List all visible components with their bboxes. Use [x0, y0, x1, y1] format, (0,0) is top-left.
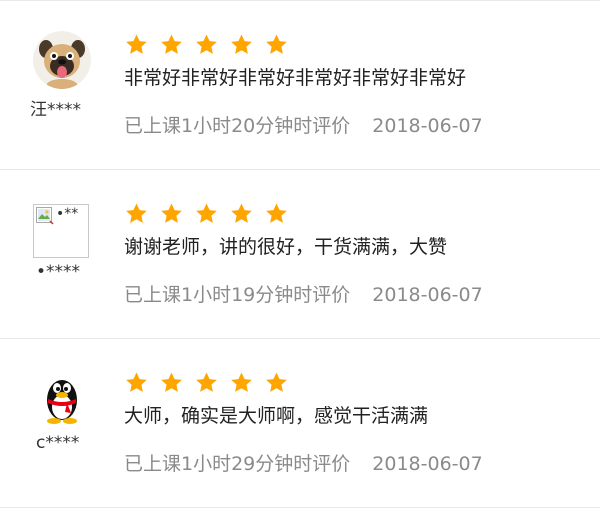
star-icon [159, 33, 184, 57]
review-meta: 已上课1小时20分钟时评价 2018-06-07 [124, 113, 483, 139]
review-time: 已上课1小时19分钟时评价 [124, 284, 351, 306]
review-item: 汪**** 非常好非常好非常好非常好非常好非常好 已上课1小时20分钟时评价 20… [0, 0, 600, 168]
review-comment: 谢谢老师，讲的很好，干货满满，大赞 [124, 236, 448, 258]
review-comment: 非常好非常好非常好非常好非常好非常好 [124, 67, 467, 89]
user-name: c**** [36, 433, 80, 453]
avatar[interactable] [30, 369, 94, 433]
review-item: c**** 大师，确实是大师啊，感觉干活满满 已上课1小时29分钟时评价 2018… [0, 338, 600, 508]
star-icon [159, 202, 184, 226]
star-icon [194, 33, 219, 57]
star-rating [124, 202, 289, 226]
star-icon [124, 33, 149, 57]
star-icon [264, 371, 289, 395]
star-icon [264, 33, 289, 57]
review-date: 2018-06-07 [372, 284, 483, 306]
review-date: 2018-06-07 [372, 115, 483, 137]
review-time: 已上课1小时20分钟时评价 [124, 115, 351, 137]
review-date: 2018-06-07 [372, 453, 483, 475]
user-name: 汪**** [30, 100, 81, 120]
star-icon [124, 371, 149, 395]
qq-penguin-avatar-icon [33, 369, 91, 427]
review-list: 汪**** 非常好非常好非常好非常好非常好非常好 已上课1小时20分钟时评价 20… [0, 0, 600, 511]
star-icon [229, 33, 254, 57]
star-icon [124, 202, 149, 226]
avatar[interactable]: •** [30, 200, 94, 264]
star-icon [194, 202, 219, 226]
star-icon [159, 371, 184, 395]
review-time: 已上课1小时29分钟时评价 [124, 453, 351, 475]
review-meta: 已上课1小时19分钟时评价 2018-06-07 [124, 282, 483, 308]
review-comment: 大师，确实是大师啊，感觉干活满满 [124, 405, 429, 427]
star-icon [229, 371, 254, 395]
star-rating [124, 33, 289, 57]
star-icon [194, 371, 219, 395]
star-icon [264, 202, 289, 226]
avatar[interactable] [30, 31, 94, 95]
avatar-alt-text: •** [56, 206, 79, 222]
star-icon [229, 202, 254, 226]
review-item: •** •**** 谢谢老师，讲的很好，干货满满，大赞 已上课1小时19分钟时评… [0, 169, 600, 337]
star-rating [124, 371, 289, 395]
pug-dog-avatar-icon [33, 31, 91, 89]
review-meta: 已上课1小时29分钟时评价 2018-06-07 [124, 451, 483, 477]
broken-image-icon [36, 207, 54, 225]
user-name: •**** [36, 262, 81, 282]
broken-image-avatar: •** [33, 204, 89, 258]
